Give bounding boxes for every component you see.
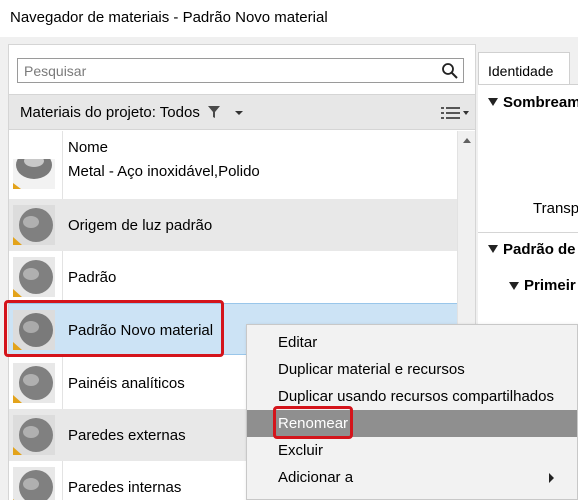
material-thumbnail-icon	[13, 257, 55, 297]
list-item[interactable]: Padrão	[9, 251, 457, 303]
menu-item-label: Adicionar a	[278, 469, 354, 486]
list-item-label: Padrão	[68, 269, 117, 286]
search-icon[interactable]	[441, 62, 459, 80]
section-divider	[478, 232, 578, 233]
filter-label: Materiais do projeto: Todos	[20, 104, 200, 121]
material-thumbnail-icon	[13, 467, 55, 500]
list-item-label: Metal - Aço inoxidável,Polido	[68, 163, 260, 180]
search-box[interactable]	[17, 58, 464, 83]
material-thumbnail-icon	[13, 363, 55, 403]
subsection-foreground-label: Primeir	[524, 277, 576, 294]
submenu-arrow-icon	[549, 473, 554, 483]
list-item-label: Paredes externas	[68, 427, 186, 444]
window-title: Navegador de materiais - Padrão Novo mat…	[10, 9, 328, 26]
scroll-up-icon[interactable]	[463, 138, 471, 143]
selected-item-highlight	[4, 300, 224, 357]
list-item-label: Origem de luz padrão	[68, 217, 213, 234]
section-pattern-label: Padrão de	[503, 241, 576, 258]
menu-item-label: Duplicar material e recursos	[278, 361, 465, 378]
menu-item-adicionar-a[interactable]: Adicionar a	[247, 464, 577, 491]
section-shading-label: Sombream	[503, 94, 578, 111]
material-thumbnail-icon	[13, 159, 55, 189]
menu-item-label: Excluir	[278, 442, 324, 459]
transparency-label: Transpa	[533, 200, 578, 217]
title-bar: Navegador de materiais - Padrão Novo mat…	[0, 0, 578, 37]
collapse-triangle-icon[interactable]	[509, 282, 519, 290]
list-view-icon[interactable]	[429, 101, 471, 125]
project-materials-filter-bar: Materiais do projeto: Todos	[9, 94, 475, 130]
list-item[interactable]: Metal - Aço inoxidável,Polido	[9, 145, 457, 195]
list-item[interactable]: Origem de luz padrão	[9, 199, 457, 251]
menu-item-label: Duplicar usando recursos compartilhados	[278, 388, 554, 405]
collapse-triangle-icon[interactable]	[488, 245, 498, 253]
list-item-label: Paredes internas	[68, 479, 182, 496]
menu-item-editar[interactable]: Editar	[247, 329, 577, 356]
rename-highlight	[273, 406, 353, 439]
tab-identidade[interactable]: Identidade	[478, 52, 570, 84]
search-input[interactable]	[18, 59, 428, 82]
material-thumbnail-icon	[13, 415, 55, 455]
filter-icon[interactable]	[207, 105, 221, 119]
menu-item-excluir[interactable]: Excluir	[247, 437, 577, 464]
filter-dropdown-icon[interactable]	[235, 111, 243, 115]
menu-item-label: Editar	[278, 334, 318, 351]
material-thumbnail-icon	[13, 205, 55, 245]
collapse-triangle-icon[interactable]	[488, 98, 498, 106]
menu-item-duplicar-material[interactable]: Duplicar material e recursos	[247, 356, 577, 383]
list-item-label: Painéis analíticos	[68, 375, 185, 392]
tab-identidade-label: Identidade	[488, 63, 554, 79]
